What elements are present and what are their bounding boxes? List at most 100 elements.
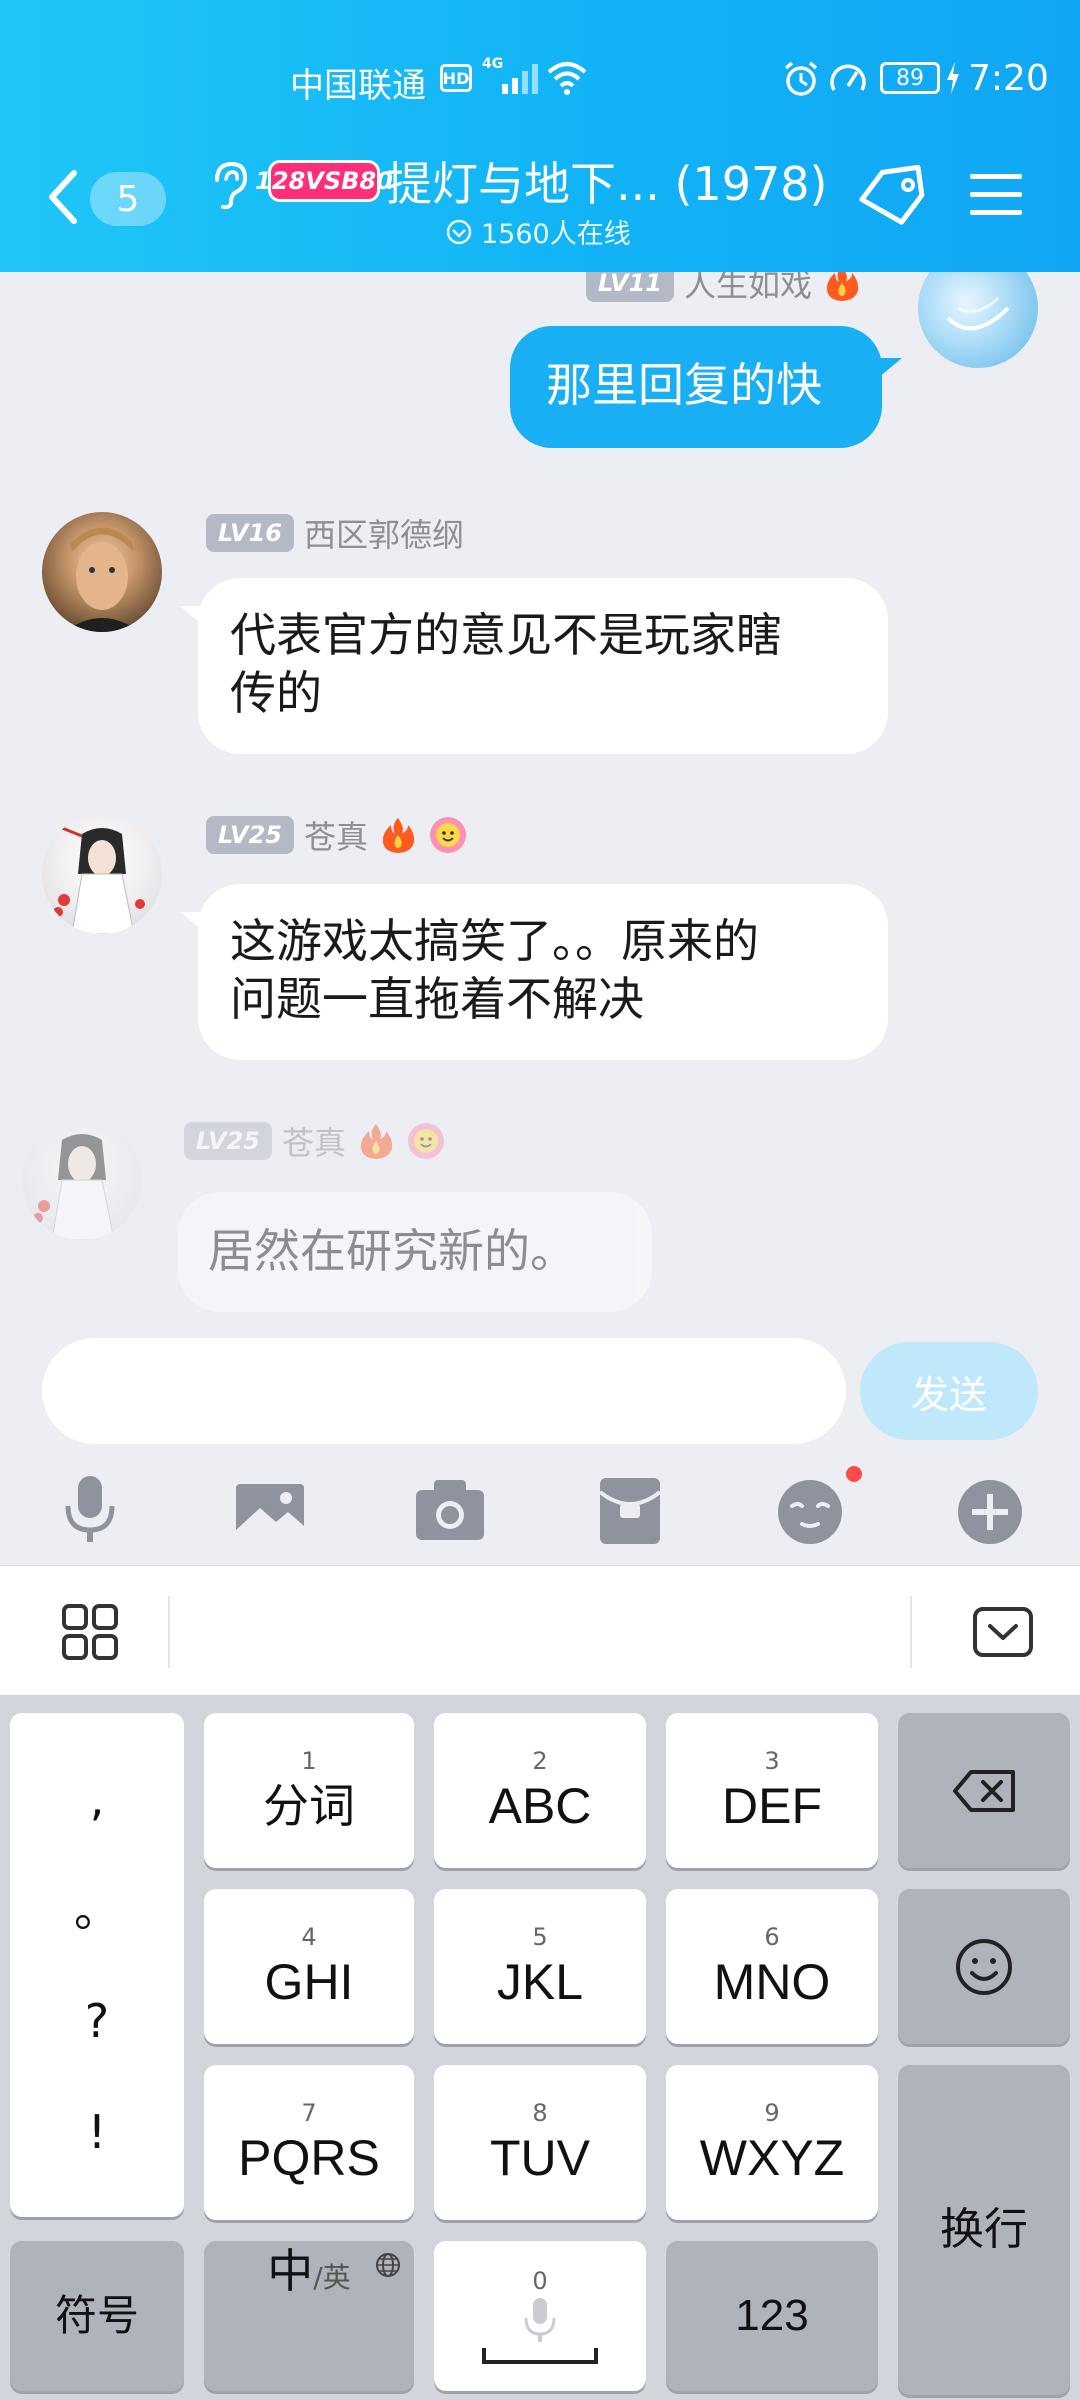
- punct-question: ?: [84, 1993, 110, 2048]
- punctuation-key[interactable]: , 。 ? !: [10, 1713, 184, 2217]
- character-icon: [33, 1134, 115, 1240]
- key-6[interactable]: 6 MNO: [666, 1889, 878, 2044]
- message-input[interactable]: [42, 1338, 846, 1444]
- numbers-key[interactable]: 123: [666, 2241, 878, 2391]
- flower-smiley-icon: [407, 1123, 444, 1159]
- back-arrow-icon[interactable]: [40, 165, 90, 229]
- input-tools: [0, 1466, 1080, 1556]
- key-label: 123: [735, 2291, 809, 2340]
- key-number: 8: [532, 2098, 548, 2127]
- level-badge: LV25: [206, 816, 294, 854]
- send-button[interactable]: 发送: [860, 1342, 1038, 1440]
- key-5[interactable]: 5 JKL: [434, 1889, 646, 2044]
- enter-key[interactable]: 换行: [898, 2065, 1070, 2395]
- divider: [168, 1596, 170, 1668]
- sender-avatar[interactable]: [42, 814, 162, 934]
- key-label: JKL: [496, 1953, 584, 2010]
- sender-avatar[interactable]: [42, 512, 162, 632]
- microphone-icon[interactable]: [50, 1470, 130, 1550]
- key-label: 分词: [263, 1778, 355, 1833]
- hd-icon: HD: [440, 64, 472, 92]
- microphone-icon: [524, 2298, 556, 2342]
- menu-icon[interactable]: [968, 170, 1024, 220]
- key-label: DEF: [722, 1777, 822, 1834]
- message-line: 这游戏太搞笑了。。原来的: [230, 914, 759, 968]
- tag-icon[interactable]: [856, 165, 932, 231]
- grid-menu-icon[interactable]: [60, 1602, 120, 1662]
- face-icon: [64, 527, 140, 632]
- group-title[interactable]: 提灯与地下... (1978): [386, 148, 827, 214]
- speedometer-icon: [830, 64, 866, 91]
- feather-icon: [946, 296, 1010, 331]
- message-line: 代表官方的意见不是玩家瞎: [230, 608, 782, 662]
- emoji-icon[interactable]: [770, 1470, 850, 1550]
- sender-name: 人生如戏: [683, 272, 812, 304]
- key-4[interactable]: 4 GHI: [204, 1889, 414, 2044]
- sender-info: LV11 人生如戏: [586, 272, 862, 306]
- key-label: ABC: [488, 1777, 592, 1834]
- space-bar-icon: [482, 2348, 598, 2364]
- key-2[interactable]: 2 ABC: [434, 1713, 646, 1868]
- ear-mode-icon[interactable]: [205, 160, 251, 210]
- battery-indicator: 89: [880, 62, 940, 94]
- fire-icon: [826, 272, 859, 301]
- level-badge: LV25: [184, 1122, 272, 1160]
- sender-name: 西区郭德纲: [303, 516, 464, 554]
- symbols-key[interactable]: 符号: [10, 2241, 184, 2391]
- wifi-icon: [547, 62, 587, 95]
- key-8[interactable]: 8 TUV: [434, 2065, 646, 2220]
- sender-name: 苍真: [303, 818, 368, 856]
- key-number: 0: [532, 2267, 548, 2295]
- group-tag-badge: 128VSB80: [255, 160, 393, 202]
- message-line: 传的: [230, 666, 322, 720]
- sender-name: 苍真: [281, 1124, 346, 1162]
- plus-icon[interactable]: [950, 1470, 1030, 1550]
- signal-icon: [502, 64, 538, 94]
- globe-icon: [376, 2253, 400, 2277]
- lang-alt: /英: [313, 2261, 351, 2294]
- sender-avatar[interactable]: [22, 1120, 142, 1240]
- key-label: MNO: [713, 1953, 831, 2010]
- carrier-name: 中国联通: [290, 66, 426, 106]
- message-bubble[interactable]: 那里回复的快: [510, 326, 882, 448]
- punct-comma: ,: [89, 1771, 105, 1826]
- backspace-key[interactable]: [898, 1713, 1070, 1868]
- level-badge: LV16: [206, 514, 294, 552]
- flower-smiley-icon: [429, 817, 466, 853]
- smiley-icon: [956, 1938, 1012, 1995]
- image-icon[interactable]: [230, 1470, 310, 1550]
- key-1[interactable]: 1 分词: [204, 1713, 414, 1868]
- status-bar: 中国联通 HD 4G 89 7:20: [0, 50, 1080, 110]
- key-number: 5: [532, 1922, 548, 1951]
- online-count-text: 1560人在线: [481, 219, 631, 250]
- keyboard-toolbar: [0, 1565, 1080, 1695]
- divider: [910, 1596, 912, 1668]
- unread-count-badge[interactable]: 5: [90, 172, 166, 226]
- punct-period: 。: [74, 1882, 120, 1937]
- key-7[interactable]: 7 PQRS: [204, 2065, 414, 2220]
- key-number: 6: [764, 1922, 780, 1951]
- online-count: 1560人在线: [445, 212, 631, 251]
- message-bubble[interactable]: 这游戏太搞笑了。。原来的 问题一直拖着不解决: [198, 884, 888, 1060]
- sender-info: LV16 西区郭德纲: [206, 510, 464, 556]
- key-number: 3: [764, 1746, 780, 1775]
- fire-icon: [360, 1124, 393, 1159]
- key-label: 换行: [940, 2204, 1028, 2255]
- message-bubble[interactable]: 代表官方的意见不是玩家瞎 传的: [198, 578, 888, 754]
- camera-icon[interactable]: [410, 1470, 490, 1550]
- key-9[interactable]: 9 WXYZ: [666, 2065, 878, 2220]
- punct-exclaim: !: [87, 2104, 107, 2159]
- language-switch-key[interactable]: 中 /英: [204, 2241, 414, 2391]
- space-key[interactable]: 0: [434, 2241, 646, 2391]
- my-avatar[interactable]: [918, 272, 1038, 368]
- message-bubble[interactable]: 居然在研究新的。: [178, 1192, 652, 1312]
- alarm-icon: [784, 61, 818, 96]
- collapse-keyboard-icon[interactable]: [972, 1606, 1034, 1658]
- key-label: TUV: [490, 2129, 590, 2186]
- fire-icon: [382, 818, 415, 853]
- red-packet-icon[interactable]: [590, 1470, 670, 1550]
- charging-icon: [947, 62, 959, 94]
- emoji-key[interactable]: [898, 1889, 1070, 2044]
- key-3[interactable]: 3 DEF: [666, 1713, 878, 1868]
- message-line: 问题一直拖着不解决: [230, 972, 644, 1026]
